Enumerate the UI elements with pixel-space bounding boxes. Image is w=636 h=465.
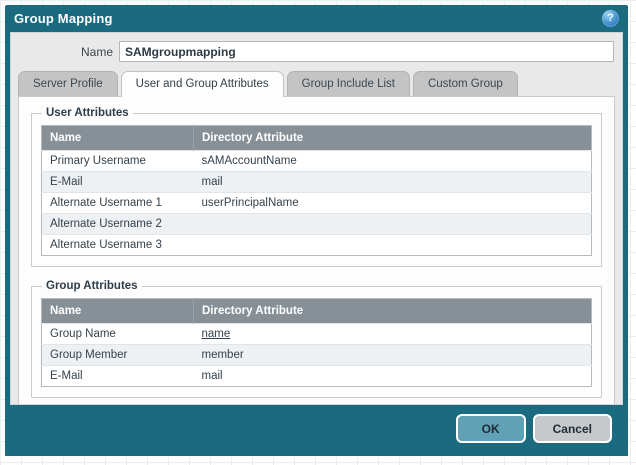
column-header-directory-attribute: Directory Attribute: [194, 126, 592, 151]
attribute-name-cell: Group Name: [42, 324, 194, 345]
dialog-footer: OK Cancel: [5, 405, 628, 456]
user-attributes-table: Name Directory Attribute Primary Usernam…: [41, 125, 592, 256]
table-row[interactable]: E-Mailmail: [42, 172, 592, 193]
directory-attribute-cell[interactable]: userPrincipalName: [194, 193, 592, 214]
name-input[interactable]: [119, 41, 614, 62]
ok-button[interactable]: OK: [456, 414, 526, 443]
user-attributes-legend: User Attributes: [42, 107, 133, 119]
name-row: Name: [11, 41, 614, 62]
table-row[interactable]: Alternate Username 2: [42, 214, 592, 235]
table-header-row: Name Directory Attribute: [42, 126, 592, 151]
attribute-name-cell: Primary Username: [42, 151, 194, 172]
page-background: Group Mapping ? Name Server Profile User…: [0, 0, 636, 465]
table-row[interactable]: Alternate Username 1userPrincipalName: [42, 193, 592, 214]
group-mapping-dialog: Group Mapping ? Name Server Profile User…: [5, 5, 628, 456]
cancel-button[interactable]: Cancel: [533, 414, 612, 443]
attribute-name-cell: Alternate Username 1: [42, 193, 194, 214]
tab-user-and-group-attributes[interactable]: User and Group Attributes: [121, 71, 284, 97]
directory-attribute-cell[interactable]: member: [194, 345, 592, 366]
directory-attribute-cell[interactable]: sAMAccountName: [194, 151, 592, 172]
dialog-titlebar: Group Mapping ?: [5, 5, 628, 32]
user-attributes-section: User Attributes Name Directory Attribute…: [31, 107, 602, 267]
attribute-name-cell: Group Member: [42, 345, 194, 366]
table-row[interactable]: Alternate Username 3: [42, 235, 592, 256]
column-header-directory-attribute: Directory Attribute: [194, 299, 592, 324]
name-label: Name: [11, 45, 119, 59]
dialog-body: Name Server Profile User and Group Attri…: [10, 32, 623, 405]
table-row[interactable]: Group Name name: [42, 324, 592, 345]
attribute-name-cell: E-Mail: [42, 366, 194, 387]
tab-bar: Server Profile User and Group Attributes…: [18, 71, 614, 96]
tab-panel: User Attributes Name Directory Attribute…: [18, 96, 615, 405]
table-row[interactable]: E-Mailmail: [42, 366, 592, 387]
tab-server-profile[interactable]: Server Profile: [18, 71, 118, 96]
directory-attribute-cell[interactable]: [194, 214, 592, 235]
group-attributes-section: Group Attributes Name Directory Attribut…: [31, 280, 602, 398]
attribute-name-cell: E-Mail: [42, 172, 194, 193]
table-header-row: Name Directory Attribute: [42, 299, 592, 324]
attribute-name-cell: Alternate Username 2: [42, 214, 194, 235]
directory-attribute-cell[interactable]: mail: [194, 172, 592, 193]
directory-attribute-cell[interactable]: mail: [194, 366, 592, 387]
help-icon[interactable]: ?: [602, 10, 619, 27]
group-attributes-table: Name Directory Attribute Group NamenameG…: [41, 298, 592, 387]
dialog-title: Group Mapping: [14, 11, 113, 26]
attribute-name-cell: Alternate Username 3: [42, 235, 194, 256]
tab-custom-group[interactable]: Custom Group: [413, 71, 518, 96]
column-header-name: Name: [42, 126, 194, 151]
directory-attribute-cell[interactable]: name: [194, 324, 592, 345]
table-row[interactable]: Group Membermember: [42, 345, 592, 366]
tab-group-include-list[interactable]: Group Include List: [287, 71, 410, 96]
directory-attribute-cell[interactable]: [194, 235, 592, 256]
column-header-name: Name: [42, 299, 194, 324]
directory-attribute-link[interactable]: name: [202, 328, 231, 340]
table-row[interactable]: Primary UsernamesAMAccountName: [42, 151, 592, 172]
group-attributes-legend: Group Attributes: [42, 280, 142, 292]
